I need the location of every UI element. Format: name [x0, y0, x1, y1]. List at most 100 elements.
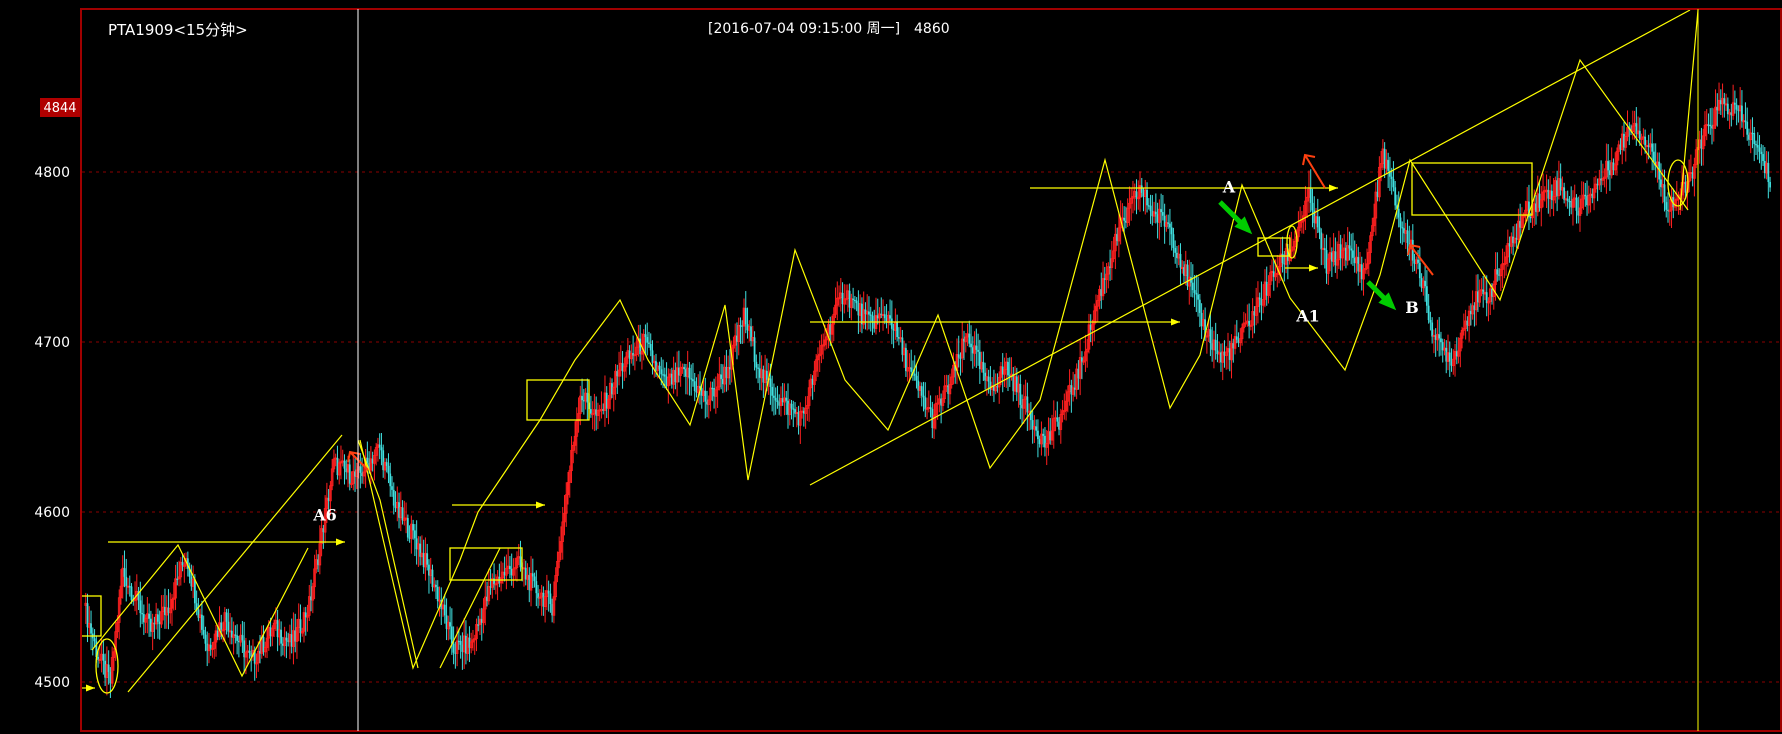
candle-body	[1399, 217, 1402, 228]
candle-body	[93, 638, 96, 642]
candle-body	[1496, 269, 1499, 275]
candle-body	[443, 604, 446, 616]
candle-body	[853, 299, 856, 302]
candle-body	[1019, 383, 1022, 405]
candle-body	[509, 566, 511, 570]
candle-body	[975, 345, 978, 350]
candle-body	[1767, 163, 1770, 182]
instrument-title: PTA1909<15分钟>	[108, 21, 248, 39]
candle-body	[1563, 187, 1566, 200]
candle-body	[1756, 145, 1759, 148]
candle-body	[785, 397, 788, 401]
candle-body	[648, 342, 650, 344]
candle-body	[380, 447, 383, 451]
candle-body	[1209, 329, 1212, 344]
candle-body	[915, 375, 918, 381]
candle-body	[693, 381, 696, 392]
candle-body	[378, 444, 381, 448]
arrow-head	[1309, 264, 1318, 272]
candle-body	[755, 361, 758, 368]
candle-body	[547, 590, 550, 594]
candle-body	[1735, 104, 1738, 110]
candle-body	[982, 362, 985, 373]
candle-body	[107, 664, 110, 672]
consolidation-box-4	[1411, 162, 1533, 216]
candle-body	[1316, 216, 1319, 228]
candle-body	[1758, 147, 1761, 152]
marker-a6: A6	[312, 506, 337, 525]
arrow-head	[86, 684, 95, 692]
candle-body	[658, 365, 661, 370]
arrow-head	[336, 538, 345, 546]
candle-body	[1707, 124, 1710, 126]
candle-body	[343, 460, 346, 469]
candle-body	[391, 486, 393, 490]
candle-body	[392, 489, 395, 506]
candle-body	[1709, 124, 1712, 127]
candle-body	[220, 622, 223, 630]
candle-body	[1170, 227, 1173, 235]
candle-body	[1566, 198, 1569, 201]
candle-body	[1760, 151, 1763, 155]
candle-body	[1056, 417, 1059, 422]
candle-body	[193, 579, 196, 604]
candle-body	[1167, 222, 1170, 224]
candle-body	[181, 562, 184, 566]
candle-body	[387, 465, 390, 474]
candle-body	[285, 637, 288, 641]
candle-body	[535, 581, 538, 594]
candle-body	[385, 462, 388, 466]
candle-body	[389, 473, 392, 487]
candle-body	[662, 374, 664, 376]
candle-body	[1406, 230, 1409, 243]
candle-body	[128, 586, 131, 588]
candle-body	[913, 373, 916, 376]
candle-body	[910, 367, 913, 372]
candle-body	[123, 568, 126, 577]
trend-line-main	[809, 9, 1691, 486]
zigzag-main	[359, 58, 1689, 670]
candle-body	[871, 315, 874, 322]
candle-body	[1179, 254, 1182, 268]
candle-body	[531, 573, 534, 577]
candle-body	[1751, 132, 1754, 135]
candle-body	[589, 409, 592, 414]
candle-body	[406, 518, 409, 538]
candle-body	[102, 654, 105, 661]
marker-b: B	[1405, 298, 1419, 317]
candle-body	[581, 396, 583, 401]
candle-body	[790, 403, 793, 409]
candle-body	[1348, 245, 1351, 249]
candle-body	[1401, 227, 1404, 229]
candle-body	[704, 390, 707, 402]
marker-a1: A1	[1295, 307, 1320, 326]
candle-body	[1723, 98, 1726, 104]
candle-body	[1042, 434, 1045, 436]
candle-body	[644, 334, 647, 338]
marker-a: A	[1222, 177, 1236, 196]
candle-body	[774, 397, 777, 401]
candlestick-chart: 4500460047004800 A6AA1BA5 4844 PTA1909<1…	[34, 8, 1782, 732]
candle-body	[692, 379, 694, 382]
candle-body	[412, 524, 415, 531]
y-tick-label: 4700	[34, 335, 70, 351]
candle-body	[1123, 217, 1126, 221]
candle-body	[1418, 262, 1421, 279]
plot-frame	[80, 8, 1782, 732]
candle-body	[771, 386, 774, 396]
candle-body	[1429, 320, 1432, 323]
candle-body	[227, 621, 230, 632]
candle-body	[688, 368, 691, 379]
candle-body	[348, 464, 351, 484]
candle-body	[1318, 227, 1321, 233]
candle-body	[1037, 430, 1039, 440]
candle-body	[890, 318, 893, 329]
candle-body	[1197, 294, 1199, 300]
candle-body	[1154, 211, 1157, 215]
candle-body	[148, 613, 151, 619]
candle-body	[987, 376, 990, 382]
candle-body	[1149, 205, 1152, 212]
candle-body	[533, 576, 536, 582]
price-badge-text: 4844	[43, 101, 76, 116]
candle-body	[1392, 178, 1395, 188]
